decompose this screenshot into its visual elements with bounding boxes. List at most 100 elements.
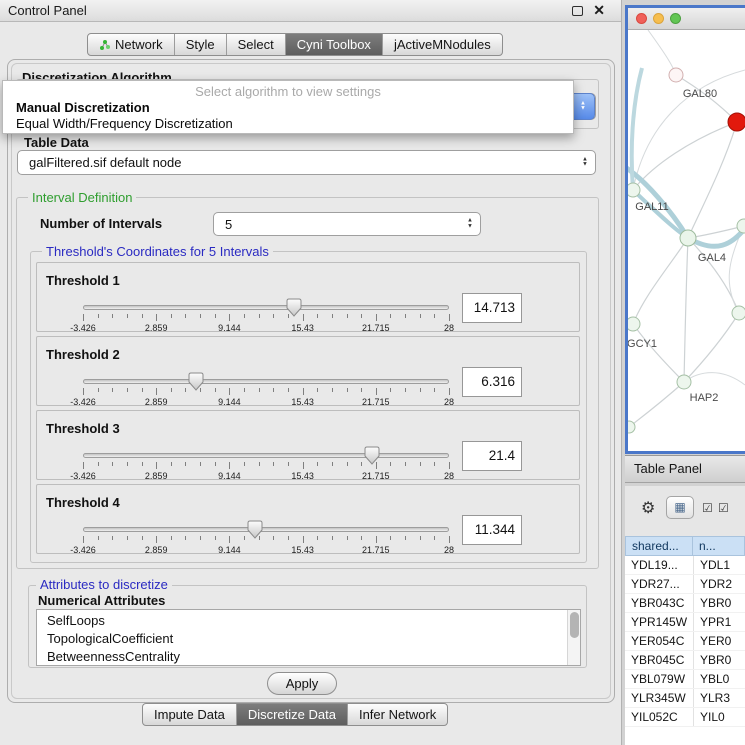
tab-discretize-data[interactable]: Discretize Data <box>236 704 347 725</box>
table-cell[interactable]: YER054C <box>625 632 693 650</box>
network-node[interactable] <box>628 421 635 433</box>
network-node[interactable] <box>680 230 696 246</box>
tab-select[interactable]: Select <box>226 34 285 55</box>
tab-jactivemnodules[interactable]: jActiveMNodules <box>382 34 502 55</box>
table-row[interactable]: YPR145WYPR1 <box>625 613 745 632</box>
apply-button[interactable]: Apply <box>267 672 337 695</box>
table-cell[interactable]: YLR345W <box>625 689 693 707</box>
tick-mark <box>83 536 84 543</box>
threshold-label: Threshold 4 <box>46 495 120 510</box>
tick-mark <box>215 388 216 392</box>
table-cell[interactable]: YER0 <box>693 632 745 650</box>
slider-track[interactable] <box>83 305 449 310</box>
column-header-shared[interactable]: shared... <box>625 536 693 556</box>
tick-label: 15.43 <box>291 471 314 481</box>
attribute-item[interactable]: TopologicalCoefficient <box>37 630 580 648</box>
table-cell[interactable]: YBR0 <box>693 594 745 612</box>
table-row[interactable]: YIL052CYIL0 <box>625 708 745 727</box>
threshold-value-field[interactable]: 21.4 <box>462 441 522 471</box>
table-cell[interactable]: YBR045C <box>625 651 693 669</box>
network-node[interactable] <box>732 306 745 320</box>
mac-close-button[interactable] <box>636 13 647 24</box>
table-cell[interactable]: YLR3 <box>693 689 745 707</box>
network-edge <box>648 30 676 75</box>
table-cell[interactable]: YIL0 <box>693 708 745 726</box>
tick-mark <box>332 462 333 466</box>
tick-mark <box>229 462 230 469</box>
threshold-value-field[interactable]: 14.713 <box>462 293 522 323</box>
tab-style[interactable]: Style <box>174 34 226 55</box>
table-cell[interactable]: YDR27... <box>625 575 693 593</box>
tick-label: -3.426 <box>70 397 96 407</box>
mac-minimize-button[interactable] <box>653 13 664 24</box>
table-cell[interactable]: YBL079W <box>625 670 693 688</box>
algorithm-popup-prompt: Select algorithm to view settings <box>3 84 573 100</box>
tick-label: 21.715 <box>362 471 390 481</box>
table-cell[interactable]: YBL0 <box>693 670 745 688</box>
network-node[interactable] <box>677 375 691 389</box>
network-node[interactable] <box>669 68 683 82</box>
table-cell[interactable]: YBR043C <box>625 594 693 612</box>
attribute-item[interactable]: SelfLoops <box>37 612 580 630</box>
table-header-row: shared... n... <box>625 536 745 556</box>
table-panel-title: Table Panel <box>625 456 745 482</box>
column-header-name[interactable]: n... <box>693 536 745 556</box>
table-cell[interactable]: YDL19... <box>625 556 693 574</box>
columns-button[interactable]: ▦ <box>666 496 694 519</box>
float-window-icon[interactable] <box>572 6 583 16</box>
table-cell[interactable]: YIL052C <box>625 708 693 726</box>
network-node[interactable] <box>737 219 745 233</box>
threshold-value-field[interactable]: 6.316 <box>462 367 522 397</box>
table-row[interactable]: YLR345WYLR3 <box>625 689 745 708</box>
gear-icon[interactable]: ⚙ <box>641 498 655 518</box>
tick-mark <box>215 536 216 540</box>
tick-label: 28 <box>444 471 454 481</box>
slider-track[interactable] <box>83 527 449 532</box>
network-edge <box>684 373 745 385</box>
thresholds-container: Threshold 1-3.4262.8599.14415.4321.71528… <box>36 262 580 558</box>
tick-mark <box>361 388 362 392</box>
threshold-value-field[interactable]: 11.344 <box>462 515 522 545</box>
tab-cyni-toolbox[interactable]: Cyni Toolbox <box>285 34 382 55</box>
algorithm-option-equal-width-frequency-discretization[interactable]: Equal Width/Frequency Discretization <box>3 116 573 132</box>
table-row[interactable]: YBR043CYBR0 <box>625 594 745 613</box>
tab-impute-data[interactable]: Impute Data <box>143 704 236 725</box>
table-cell[interactable]: YPR1 <box>693 613 745 631</box>
network-edge <box>688 122 737 238</box>
combo-arrow-cap[interactable]: ▲▼ <box>571 93 595 120</box>
slider-track[interactable] <box>83 453 449 458</box>
attribute-item[interactable]: BetweennessCentrality <box>37 648 580 666</box>
mac-zoom-button[interactable] <box>670 13 681 24</box>
network-edge <box>633 238 688 324</box>
tab-infer-network[interactable]: Infer Network <box>347 704 447 725</box>
tick-labels: -3.4262.8599.14415.4321.71528 <box>83 471 449 481</box>
tick-mark <box>185 314 186 318</box>
tick-label: 15.43 <box>291 323 314 333</box>
algorithm-option-manual-discretization[interactable]: Manual Discretization <box>3 100 573 116</box>
table-data-combobox[interactable]: galFiltered.sif default node ▲▼ <box>17 150 596 175</box>
attributes-scrollbar[interactable] <box>567 610 580 665</box>
select-all-columns-icon[interactable]: ☑ <box>702 501 713 515</box>
table-cell[interactable]: YBR0 <box>693 651 745 669</box>
tick-mark <box>156 536 157 543</box>
close-icon[interactable]: ✕ <box>593 2 605 19</box>
table-cell[interactable]: YDL1 <box>693 556 745 574</box>
network-node-label: GAL4 <box>698 252 726 264</box>
table-row[interactable]: YER054CYER0 <box>625 632 745 651</box>
slider-track[interactable] <box>83 379 449 384</box>
network-canvas[interactable]: GAL80GAL11GAL4GCY1HAP2 <box>628 30 745 451</box>
table-row[interactable]: YDL19...YDL1 <box>625 556 745 575</box>
network-node[interactable] <box>628 183 640 197</box>
unselect-columns-icon[interactable]: ☑ <box>718 501 729 515</box>
table-cell[interactable]: YPR145W <box>625 613 693 631</box>
table-cell[interactable]: YDR2 <box>693 575 745 593</box>
table-row[interactable]: YDR27...YDR2 <box>625 575 745 594</box>
table-row[interactable]: YBR045CYBR0 <box>625 651 745 670</box>
network-edge <box>688 238 739 313</box>
num-intervals-combobox[interactable]: 5 ▲▼ <box>213 212 481 236</box>
network-node[interactable] <box>728 113 745 131</box>
scrollbar-thumb[interactable] <box>570 612 579 638</box>
network-node[interactable] <box>628 317 640 331</box>
table-row[interactable]: YBL079WYBL0 <box>625 670 745 689</box>
tab-network[interactable]: Network <box>88 34 174 55</box>
